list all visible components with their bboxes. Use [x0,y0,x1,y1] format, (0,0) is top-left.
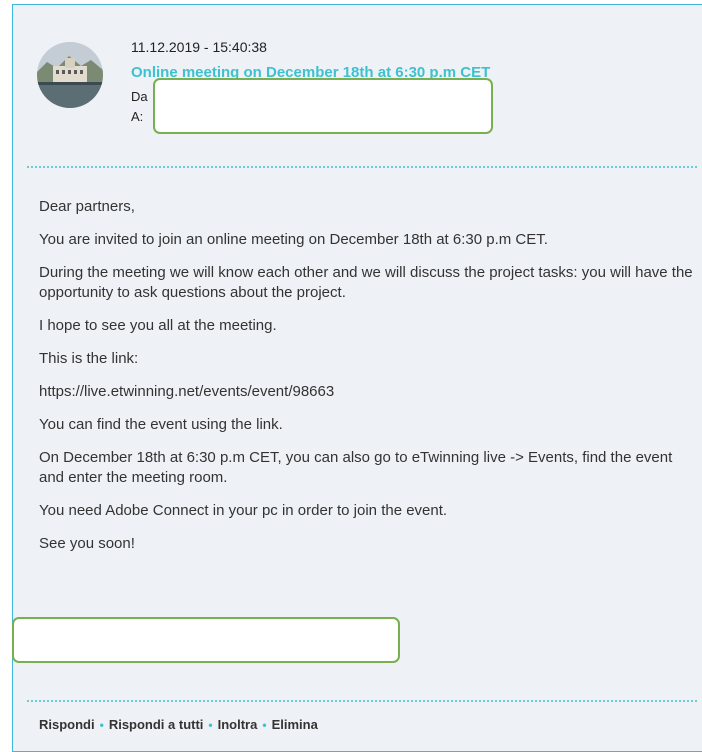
delete-link[interactable]: Elimina [272,717,318,732]
body-paragraph: This is the link: [39,350,139,367]
body-paragraph: You need Adobe Connect in your pc in ord… [39,502,448,519]
body-paragraph: I hope to see you all at the meeting. [39,317,277,334]
event-link-text: https://live.etwinning.net/events/event/… [39,383,335,400]
message-body: Dear partners, You are invited to join a… [39,197,699,567]
reply-link[interactable]: Rispondi [39,717,95,732]
forward-link[interactable]: Inoltra [218,717,258,732]
separator-dot: • [208,718,213,732]
body-paragraph: On December 18th at 6:30 p.m CET, you ca… [39,449,673,486]
redaction-box-signature [12,617,400,663]
body-paragraph: See you soon! [39,535,135,552]
body-paragraph: During the meeting we will know each oth… [39,264,693,301]
sender-avatar-photo [37,42,103,108]
dotted-divider-bottom [27,700,697,702]
message-actions: Rispondi • Rispondi a tutti • Inoltra • Elimin… [39,717,318,732]
separator-dot: • [99,718,104,732]
body-paragraph: You are invited to join an online meetin… [39,231,548,248]
redaction-box-sender [153,78,493,134]
from-label: Da [131,89,148,104]
sender-avatar [37,42,103,108]
to-label: A: [131,109,144,124]
reply-all-link[interactable]: Rispondi a tutti [109,717,204,732]
dotted-divider-top [27,166,697,168]
separator-dot: • [262,718,267,732]
message-panel: 11.12.2019 - 15:40:38 Online meeting on … [12,4,702,752]
body-paragraph: Dear partners, [39,198,135,215]
message-timestamp: 11.12.2019 - 15:40:38 [131,39,267,55]
body-paragraph: You can find the event using the link. [39,416,283,433]
